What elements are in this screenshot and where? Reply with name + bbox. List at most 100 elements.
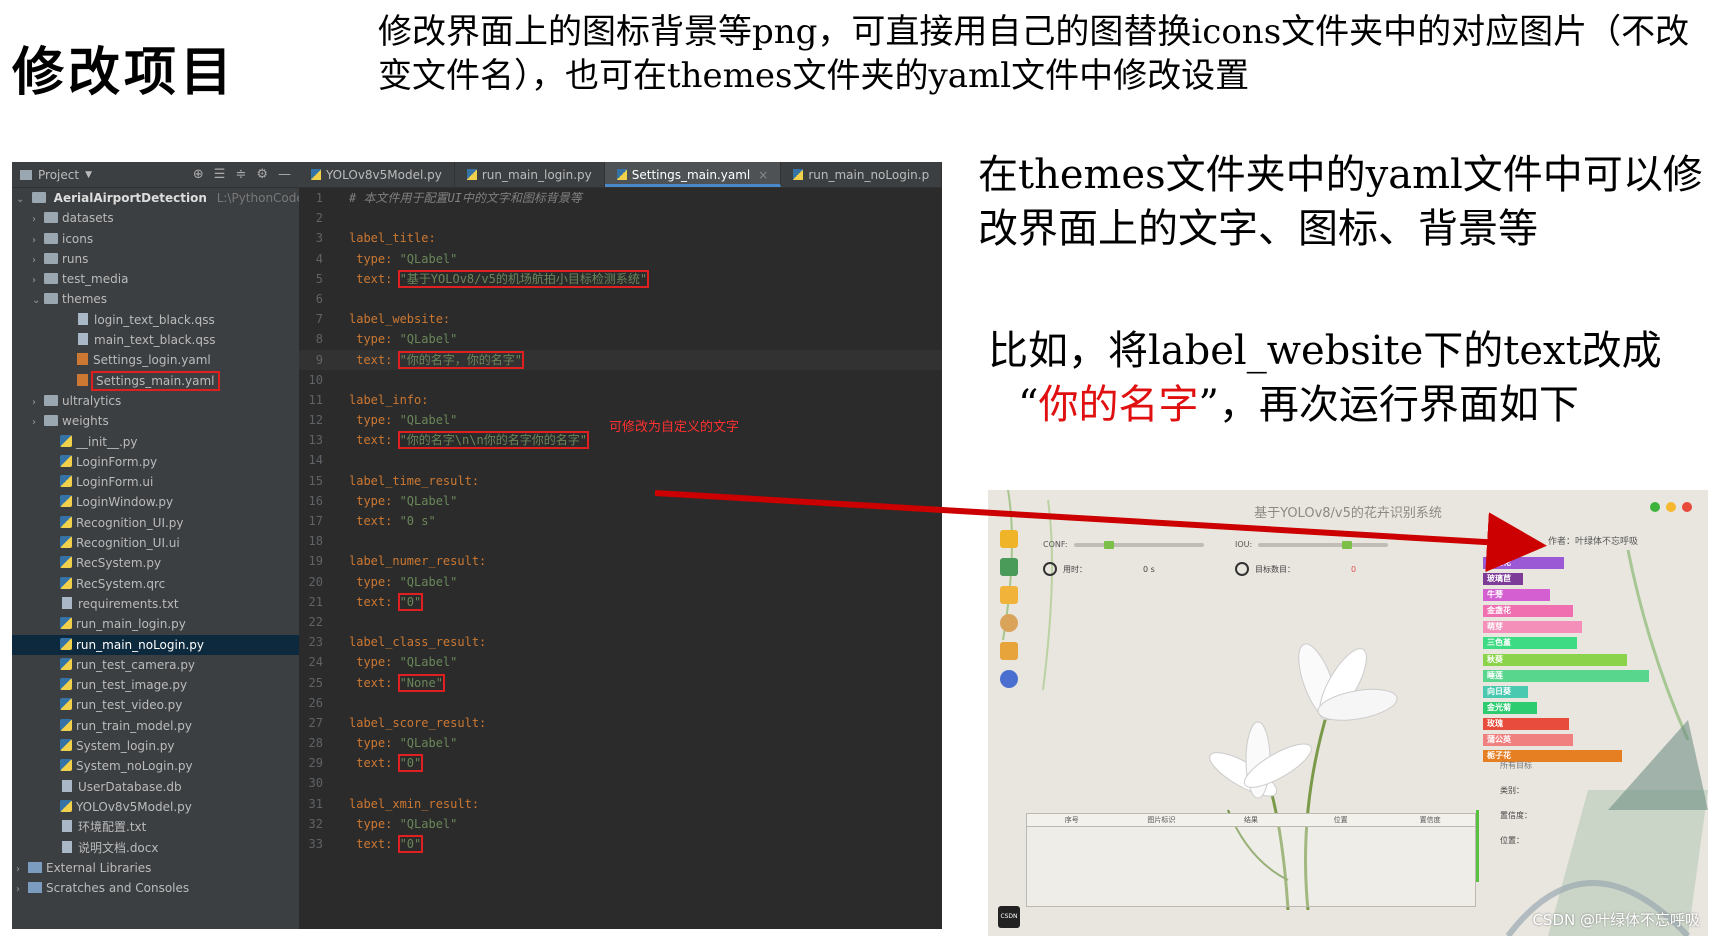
tree-item[interactable]: YOLOv8v5Model.py xyxy=(12,797,299,817)
tree-item[interactable]: System_login.py xyxy=(12,736,299,756)
code-line[interactable]: 26 xyxy=(299,693,942,713)
menu-icon[interactable] xyxy=(1000,530,1018,548)
tree-item[interactable]: System_noLogin.py xyxy=(12,756,299,776)
code-line[interactable]: 17 text: "0 s" xyxy=(299,511,942,531)
code-line[interactable]: 32 type: "QLabel" xyxy=(299,814,942,834)
code-line[interactable]: 30 xyxy=(299,773,942,793)
code-line[interactable]: 21 text: "0" xyxy=(299,592,942,612)
tree-item[interactable]: run_test_image.py xyxy=(12,675,299,695)
tree-item[interactable]: › External Libraries xyxy=(12,858,299,878)
tree-item[interactable]: › Scratches and Consoles xyxy=(12,878,299,898)
code-line[interactable]: 11 label_info: xyxy=(299,390,942,410)
code-line[interactable]: 19 label_numer_result: xyxy=(299,551,942,571)
tree-item[interactable]: LoginWindow.py xyxy=(12,492,299,512)
locate-icon[interactable]: ⊕ xyxy=(193,167,204,182)
chevron-icon[interactable]: › xyxy=(32,271,44,291)
gear-icon[interactable]: ⚙ xyxy=(256,167,268,182)
code-line[interactable]: 9 text: "你的名字，你的名字" xyxy=(299,349,942,370)
chevron-icon[interactable]: › xyxy=(32,231,44,251)
code-line[interactable]: 29 text: "0" xyxy=(299,753,942,773)
chevron-icon[interactable]: › xyxy=(32,251,44,271)
tree-item[interactable]: run_test_camera.py xyxy=(12,655,299,675)
chevron-icon[interactable]: › xyxy=(32,413,44,433)
minimize-icon[interactable]: — xyxy=(278,167,291,182)
tree-item[interactable]: __init__.py xyxy=(12,432,299,452)
chevron-down-icon[interactable]: ⌄ xyxy=(16,190,28,210)
close-dot[interactable] xyxy=(1650,502,1660,512)
chevron-icon[interactable]: ⌄ xyxy=(32,291,44,311)
tree-item[interactable]: RecSystem.qrc xyxy=(12,574,299,594)
code-line[interactable]: 3 label_title: xyxy=(299,228,942,248)
code-line[interactable]: 31 label_xmin_result: xyxy=(299,794,942,814)
tree-item[interactable]: ⌄ themes xyxy=(12,289,299,309)
tree-item[interactable]: RecSystem.py xyxy=(12,553,299,573)
chevron-down-icon[interactable]: ▼ xyxy=(85,170,92,180)
tree-item[interactable]: Settings_main.yaml xyxy=(12,370,299,391)
tree-item[interactable]: Settings_login.yaml xyxy=(12,350,299,370)
code-line[interactable]: 7 label_website: xyxy=(299,309,942,329)
table-header-cell[interactable]: 位置 xyxy=(1296,814,1386,826)
tree-item[interactable]: run_test_video.py xyxy=(12,695,299,715)
tree-item[interactable]: LoginForm.py xyxy=(12,452,299,472)
tree-item[interactable]: LoginForm.ui xyxy=(12,472,299,492)
collapse-all-icon[interactable]: ≑ xyxy=(235,167,246,182)
code-line[interactable]: 6 xyxy=(299,289,942,309)
code-line[interactable]: 22 xyxy=(299,612,942,632)
conf-slider-knob[interactable] xyxy=(1103,540,1114,549)
table-header-cell[interactable]: 结果 xyxy=(1206,814,1296,826)
tree-item[interactable]: › test_media xyxy=(12,269,299,289)
code-line[interactable]: 27 label_score_result: xyxy=(299,713,942,733)
table-header-cell[interactable]: 图片标识 xyxy=(1117,814,1207,826)
editor-tab[interactable]: run_main_noLogin.p xyxy=(781,162,942,187)
project-label[interactable]: Project xyxy=(38,168,79,182)
tree-item[interactable]: 说明文档.docx xyxy=(12,838,299,858)
chevron-icon[interactable]: › xyxy=(32,393,44,413)
tree-item[interactable]: Recognition_UI.ui xyxy=(12,533,299,553)
code-line[interactable]: 20 type: "QLabel" xyxy=(299,572,942,592)
code-line[interactable]: 2 xyxy=(299,208,942,228)
chevron-icon[interactable]: › xyxy=(32,210,44,230)
code-line[interactable]: 1 # 本文件用于配置UI中的文字和图标背景等 xyxy=(299,188,942,208)
code-line[interactable]: 33 text: "0" xyxy=(299,834,942,854)
tree-root[interactable]: ⌄ AerialAirportDetection L:\PythonCode\P… xyxy=(12,188,322,210)
table-header-cell[interactable]: 置信度 xyxy=(1385,814,1475,826)
code-line[interactable]: 24 type: "QLabel" xyxy=(299,652,942,672)
code-line[interactable]: 8 type: "QLabel" xyxy=(299,329,942,349)
code-line[interactable]: 10 xyxy=(299,370,942,390)
all-targets-label[interactable]: 所有目标 xyxy=(1500,760,1532,771)
tree-item[interactable]: login_text_black.qss xyxy=(12,310,299,330)
tree-item[interactable]: › ultralytics xyxy=(12,391,299,411)
tree-item[interactable]: › datasets xyxy=(12,208,299,228)
editor-tab[interactable]: Settings_main.yaml × xyxy=(604,162,782,187)
code-line[interactable]: 5 text: "基于YOLOv8/v5的机场航拍小目标检测系统" xyxy=(299,269,942,289)
table-header-cell[interactable]: 序号 xyxy=(1027,814,1117,826)
video-icon[interactable] xyxy=(1000,642,1018,660)
tree-item[interactable]: run_main_noLogin.py xyxy=(12,634,299,655)
camera-icon[interactable] xyxy=(1000,614,1018,632)
tree-item[interactable]: UserDatabase.db xyxy=(12,777,299,797)
results-table[interactable] xyxy=(1026,827,1476,907)
expand-all-icon[interactable]: ☰ xyxy=(214,167,226,182)
tree-item[interactable]: run_train_model.py xyxy=(12,716,299,736)
editor-tab[interactable]: YOLOv8v5Model.py xyxy=(299,162,455,187)
tree-item[interactable]: main_text_black.qss xyxy=(12,330,299,350)
settings-icon[interactable] xyxy=(1000,670,1018,688)
code-line[interactable]: 4 type: "QLabel" xyxy=(299,249,942,269)
tree-item[interactable]: › runs xyxy=(12,249,299,269)
editor-tab[interactable]: run_main_login.py xyxy=(455,162,605,187)
close-icon[interactable]: × xyxy=(758,168,768,182)
folder-icon[interactable] xyxy=(1000,586,1018,604)
tree-item[interactable]: requirements.txt xyxy=(12,594,299,614)
tree-item[interactable]: › icons xyxy=(12,229,299,249)
code-line[interactable]: 15 label_time_result: xyxy=(299,471,942,491)
code-line[interactable]: 28 type: "QLabel" xyxy=(299,733,942,753)
minimize-dot[interactable] xyxy=(1666,502,1676,512)
model-icon[interactable] xyxy=(1000,558,1018,576)
iou-slider-knob[interactable] xyxy=(1342,540,1353,549)
conf-slider[interactable] xyxy=(1073,540,1204,549)
code-line[interactable]: 23 label_class_result: xyxy=(299,632,942,652)
code-area[interactable]: 1 # 本文件用于配置UI中的文字和图标背景等 2 3 label_title: 4 ty… xyxy=(299,188,942,929)
tree-item[interactable]: Recognition_UI.py xyxy=(12,513,299,533)
tree-item[interactable]: 环境配置.txt xyxy=(12,817,299,837)
code-line[interactable]: 18 xyxy=(299,531,942,551)
